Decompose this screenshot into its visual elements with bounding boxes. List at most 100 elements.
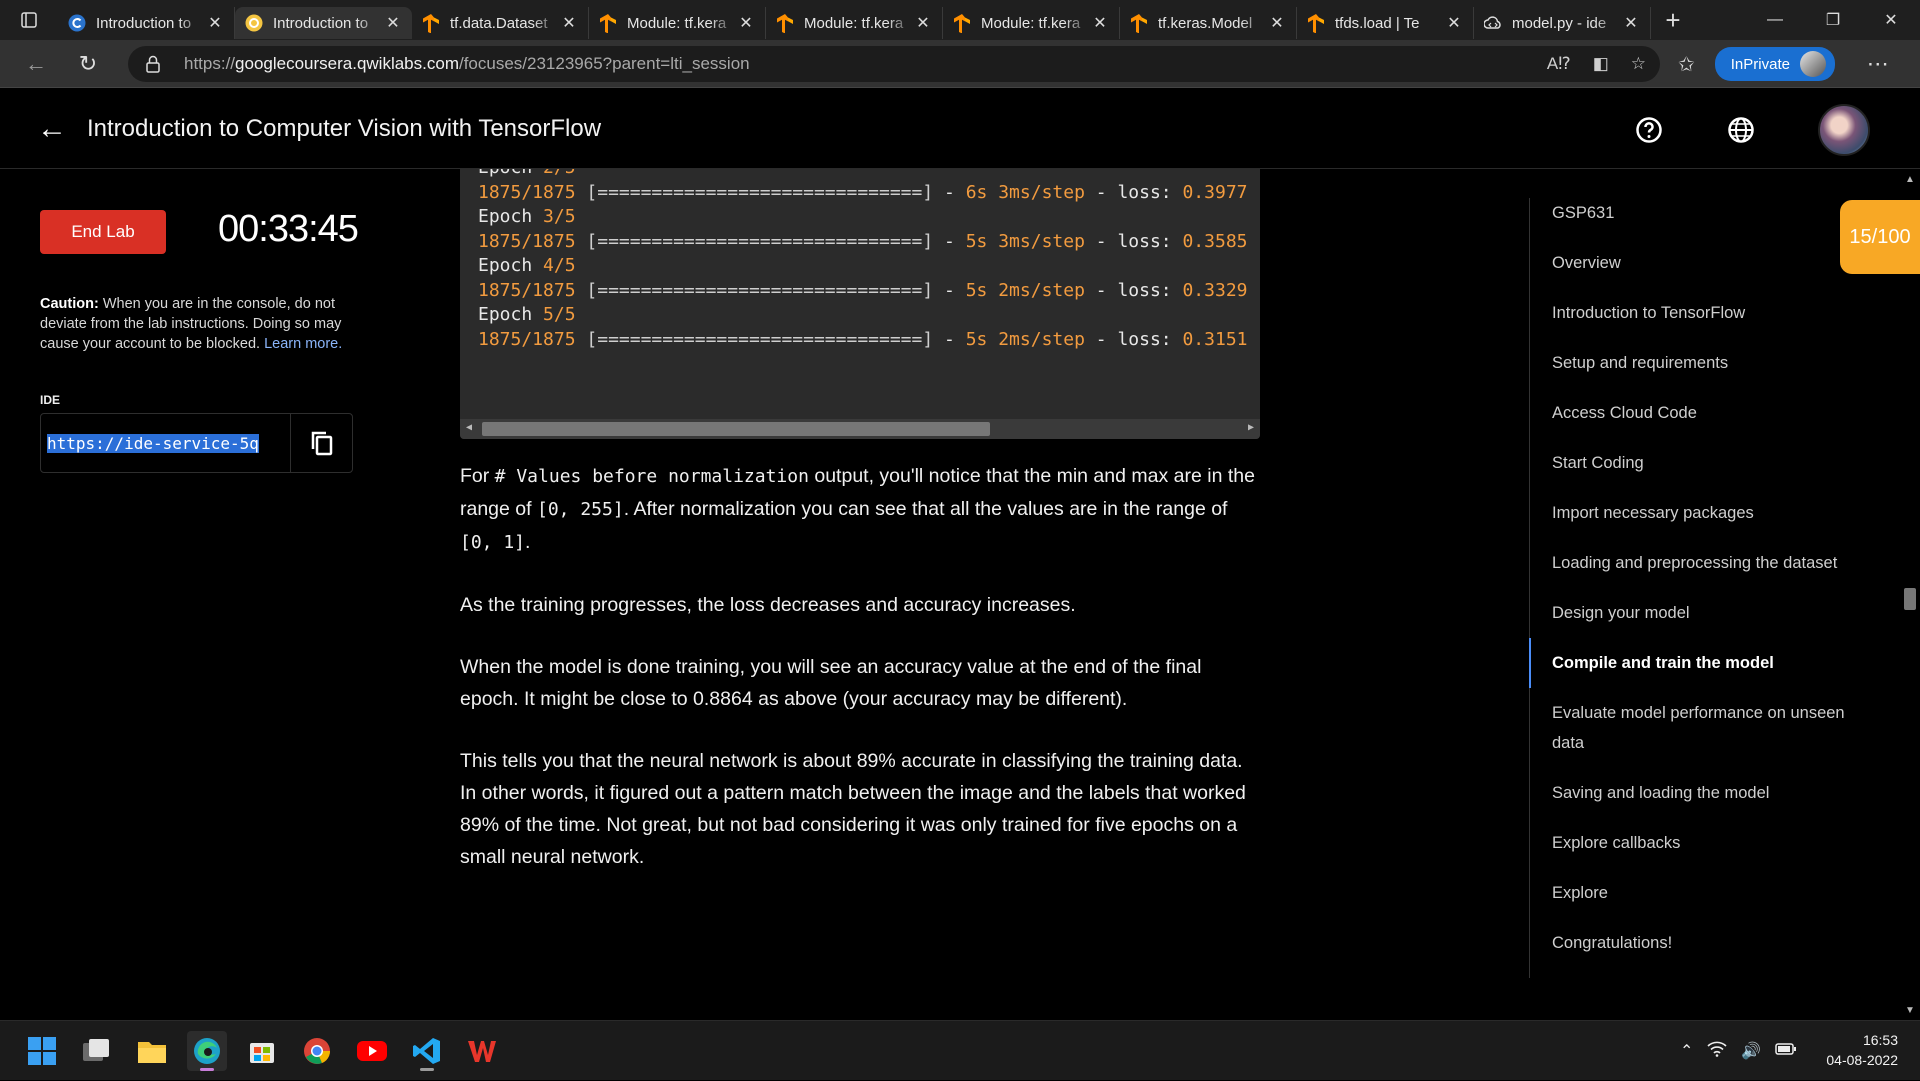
close-tab-icon[interactable]: ✕	[1268, 13, 1286, 33]
browser-tab-label: tf.data.Dataset	[450, 14, 548, 32]
tensorflow-icon	[776, 14, 794, 33]
tensorflow-icon	[1130, 14, 1148, 33]
tab-actions-icon[interactable]	[0, 0, 58, 40]
vertical-scrollbar-thumb[interactable]	[1904, 588, 1916, 610]
close-tab-icon[interactable]: ✕	[560, 13, 578, 33]
close-tab-icon[interactable]: ✕	[1622, 13, 1640, 33]
add-favorite-icon[interactable]: ☆	[1631, 54, 1646, 74]
vertical-scrollbar[interactable]: ▲ ▼	[1900, 170, 1920, 1020]
browser-tab-label: Introduction to	[96, 14, 192, 32]
inprivate-button[interactable]: InPrivate	[1714, 47, 1835, 81]
toc-item[interactable]: Introduction to TensorFlow	[1530, 298, 1870, 328]
close-window-icon[interactable]: ✕	[1862, 0, 1920, 40]
browser-tab[interactable]: tf.keras.Model ✕	[1120, 7, 1297, 39]
end-lab-button[interactable]: End Lab	[40, 210, 166, 254]
toc-item[interactable]: Design your model	[1530, 598, 1870, 628]
new-tab-button[interactable]: +	[1651, 5, 1695, 36]
back-button[interactable]: ←	[10, 40, 62, 88]
epoch-line: Epoch 2/5	[478, 169, 576, 178]
scrollbar-thumb[interactable]	[482, 422, 990, 436]
youtube-icon[interactable]	[352, 1031, 392, 1071]
browser-tab[interactable]: Module: tf.kera ✕	[766, 7, 943, 39]
toc-item[interactable]: Explore callbacks	[1530, 828, 1870, 858]
close-tab-icon[interactable]: ✕	[1091, 13, 1109, 33]
toc-item[interactable]: Evaluate model performance on unseen dat…	[1530, 698, 1870, 758]
lock-icon[interactable]	[146, 55, 168, 73]
system-clock[interactable]: 16:53 04-08-2022	[1826, 1030, 1898, 1070]
browser-tab-strip: Introduction to ✕ Introduction to ✕ tf.data.…	[0, 0, 1920, 40]
wifi-icon[interactable]	[1707, 1041, 1727, 1062]
scroll-left-icon[interactable]: ◀	[466, 422, 472, 433]
browser-tab[interactable]: Introduction to ✕	[235, 7, 412, 39]
tensorflow-icon	[422, 14, 440, 33]
toc-item[interactable]: Explore	[1530, 878, 1870, 908]
minimize-icon[interactable]: —	[1746, 0, 1804, 40]
browser-tab[interactable]: tfds.load | Te ✕	[1297, 7, 1474, 39]
toc-item[interactable]: Import necessary packages	[1530, 498, 1870, 528]
close-tab-icon[interactable]: ✕	[384, 13, 402, 33]
file-explorer-icon[interactable]	[132, 1031, 172, 1071]
more-options-icon[interactable]: ⋯	[1867, 51, 1889, 77]
toc-item[interactable]: Congratulations!	[1530, 928, 1870, 958]
caution-label: Caution:	[40, 296, 99, 312]
wps-office-icon[interactable]	[462, 1031, 502, 1071]
windows-start-icon[interactable]	[22, 1031, 62, 1071]
app-available-icon[interactable]: ◧	[1593, 54, 1609, 74]
close-tab-icon[interactable]: ✕	[206, 13, 224, 33]
help-icon[interactable]	[1634, 115, 1664, 145]
restore-icon[interactable]: ❐	[1804, 0, 1862, 40]
lab-header: ← Introduction to Computer Vision with T…	[0, 89, 1920, 169]
volume-icon[interactable]: 🔊	[1741, 1041, 1761, 1061]
toc-item[interactable]: Loading and preprocessing the dataset	[1530, 548, 1870, 578]
user-avatar[interactable]	[1818, 104, 1870, 156]
microsoft-store-icon[interactable]	[242, 1031, 282, 1071]
cloud-code-icon	[1484, 14, 1502, 32]
refresh-button[interactable]: ↻	[62, 40, 114, 88]
epoch-line: Epoch 5/5	[478, 304, 576, 325]
toc-item[interactable]: Overview	[1530, 248, 1870, 278]
language-globe-icon[interactable]	[1726, 115, 1756, 145]
scroll-up-icon[interactable]: ▲	[1905, 174, 1915, 185]
edge-icon[interactable]	[187, 1031, 227, 1071]
browser-tab[interactable]: Module: tf.kera ✕	[589, 7, 766, 39]
browser-tab[interactable]: tf.data.Dataset ✕	[412, 7, 589, 39]
ide-url-field[interactable]: https://ide-service-5q	[47, 433, 269, 453]
address-bar: ← ↻ https://googlecoursera.qwiklabs.com/…	[0, 40, 1920, 88]
table-of-contents: GSP631 Overview Introduction to TensorFlow…	[1529, 198, 1870, 978]
chevron-up-icon[interactable]: ⌃	[1680, 1041, 1693, 1061]
scroll-down-icon[interactable]: ▼	[1905, 1005, 1915, 1016]
toc-item[interactable]: Access Cloud Code	[1530, 398, 1870, 428]
url-field[interactable]: https://googlecoursera.qwiklabs.com/focu…	[128, 46, 1660, 82]
browser-tab-label: tf.keras.Model	[1158, 14, 1253, 32]
favorites-icon[interactable]: ✩	[1678, 52, 1695, 77]
back-arrow-icon[interactable]: ←	[37, 112, 87, 146]
toc-item[interactable]: GSP631	[1530, 198, 1870, 228]
horizontal-scrollbar[interactable]: ◀ ▶	[460, 419, 1260, 439]
window-controls: — ❐ ✕	[1746, 0, 1920, 40]
browser-tab[interactable]: Introduction to ✕	[58, 7, 235, 39]
toc-item[interactable]: Setup and requirements	[1530, 348, 1870, 378]
page-title: Introduction to Computer Vision with Ten…	[87, 114, 602, 142]
paragraph-accuracy: When the model is done training, you wil…	[460, 656, 1202, 710]
copy-icon[interactable]	[290, 414, 352, 472]
close-tab-icon[interactable]: ✕	[1445, 13, 1463, 33]
scroll-right-icon[interactable]: ▶	[1248, 422, 1254, 433]
task-view-icon[interactable]	[77, 1031, 117, 1071]
lab-timer: 00:33:45	[218, 208, 359, 250]
toc-item[interactable]: Start Coding	[1530, 448, 1870, 478]
browser-tab[interactable]: model.py - ide ✕	[1474, 7, 1651, 39]
system-tray: ⌃ 🔊	[1680, 1021, 1797, 1081]
toc-item[interactable]: Compile and train the model	[1529, 638, 1870, 688]
tensorflow-icon	[953, 14, 971, 33]
browser-tab[interactable]: Module: tf.kera ✕	[943, 7, 1120, 39]
battery-icon[interactable]	[1775, 1042, 1797, 1061]
chrome-icon[interactable]	[297, 1031, 337, 1071]
close-tab-icon[interactable]: ✕	[737, 13, 755, 33]
browser-tab-label: tfds.load | Te	[1335, 14, 1420, 32]
learn-more-link[interactable]: Learn more.	[264, 336, 342, 352]
read-aloud-icon[interactable]: A⁉	[1547, 54, 1571, 74]
vscode-icon[interactable]	[407, 1031, 447, 1071]
toc-item[interactable]: Saving and loading the model	[1530, 778, 1870, 808]
close-tab-icon[interactable]: ✕	[914, 13, 932, 33]
lab-instructions: For # Values before normalization output…	[460, 460, 1260, 903]
